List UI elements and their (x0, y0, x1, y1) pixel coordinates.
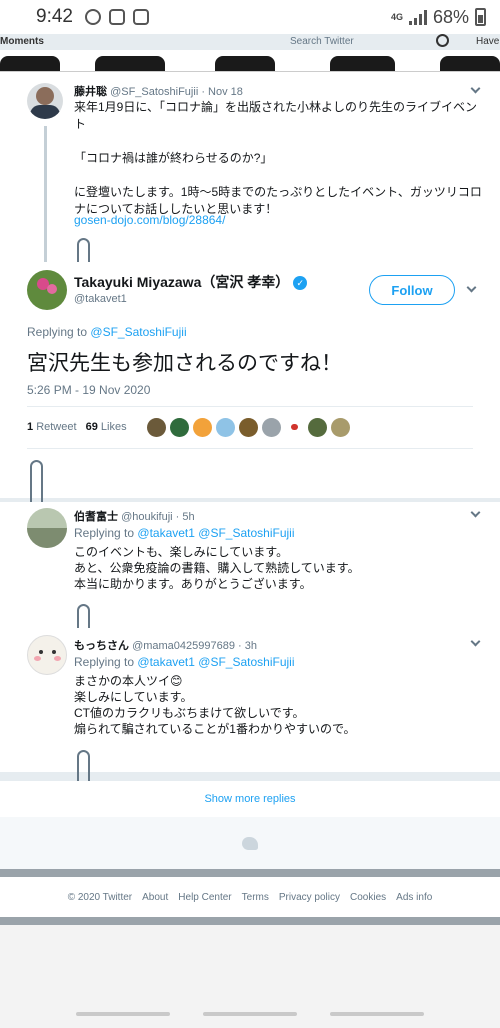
status-bar: 9:42 4G 68% (0, 0, 500, 34)
retweets-stat[interactable]: 1 Retweet (27, 421, 77, 433)
navigation-handles (0, 1012, 500, 1016)
author-handle[interactable]: @SF_SatoshiFujii (110, 86, 198, 98)
battery-icon (475, 8, 486, 26)
author-name[interactable]: 藤井聡 (74, 86, 107, 98)
footer: © 2020 Twitter About Help Center Terms P… (0, 877, 500, 917)
tweet-text: まさかの本人ツイ😊 楽しみにしています。 CT値のカラクリもぶちまけて欲しいです… (74, 674, 356, 736)
author-name[interactable]: 伯耆富士 (74, 511, 118, 523)
liker-avatar[interactable] (147, 418, 166, 437)
search-icon[interactable] (436, 34, 449, 47)
download-icon (132, 9, 149, 25)
replying-to-link[interactable]: @takavet1 @SF_SatoshiFujii (137, 526, 294, 540)
tweet-text: このイベントも、楽しみにしています。 あと、公衆免疫論の書籍、購入して熟読してい… (74, 545, 360, 591)
battery-percent: 68% (432, 6, 469, 27)
footer-link-terms[interactable]: Terms (242, 892, 269, 903)
twitter-bird-icon (242, 836, 258, 850)
tweet-text: 宮沢先生も参加されるのですね！ (27, 352, 342, 375)
replying-to-link[interactable]: @takavet1 @SF_SatoshiFujii (137, 655, 294, 669)
tweet-text: 来年1月9日に、「コロナ論」を出版された小林よしのり先生のライブイベント 「コロ… (74, 100, 482, 216)
replying-to-link[interactable]: @SF_SatoshiFujii (90, 325, 186, 339)
tweet-date[interactable]: · Nov 18 (201, 86, 243, 98)
avatar[interactable] (27, 270, 67, 310)
replying-prefix: Replying to (74, 526, 135, 540)
liker-avatar[interactable] (170, 418, 189, 437)
show-more-replies-button[interactable]: Show more replies (0, 781, 500, 817)
liker-avatars (147, 418, 350, 437)
chevron-down-icon[interactable] (470, 83, 481, 94)
chevron-down-icon[interactable] (466, 282, 477, 293)
verified-badge-icon: ✓ (293, 276, 308, 290)
liker-avatar[interactable] (285, 418, 304, 437)
divider (0, 869, 500, 877)
author-name[interactable]: Takayuki Miyazawa（宮沢 孝幸） (74, 274, 289, 290)
top-nav: Moments Search Twitter Have (0, 34, 500, 50)
liker-avatar[interactable] (239, 418, 258, 437)
moments-link[interactable]: Moments (0, 36, 44, 47)
clipboard-icon (108, 9, 125, 25)
thread-line (44, 126, 47, 266)
liker-avatar[interactable] (193, 418, 212, 437)
search-input[interactable]: Search Twitter (290, 36, 354, 47)
likes-stat[interactable]: 69 Likes (86, 421, 127, 433)
reply-tweet[interactable]: 伯耆富士 @houkifuji · 5h Replying to @takave… (0, 502, 500, 736)
author-handle[interactable]: @takavet1 (74, 293, 127, 305)
copyright: © 2020 Twitter (67, 891, 133, 903)
footer-link-help-center[interactable]: Help Center (178, 892, 231, 903)
follow-button[interactable]: Follow (369, 275, 455, 305)
chevron-down-icon[interactable] (470, 507, 481, 518)
nav-handle[interactable] (202, 1012, 297, 1016)
footer-link-ads-info[interactable]: Ads info (396, 892, 432, 903)
author-handle[interactable]: @houkifuji (121, 511, 173, 523)
author-handle[interactable]: @mama0425997689 (132, 640, 235, 652)
divider (0, 917, 500, 925)
footer-link-cookies[interactable]: Cookies (350, 892, 386, 903)
divider (27, 448, 473, 449)
footer-link-about[interactable]: About (142, 892, 168, 903)
author-name[interactable]: もっちさん (74, 640, 129, 652)
avatar[interactable] (27, 83, 63, 119)
network-type: 4G (390, 11, 403, 22)
chevron-down-icon[interactable] (470, 636, 481, 647)
divider (27, 406, 473, 407)
replying-prefix: Replying to (74, 655, 135, 669)
record-icon (84, 9, 101, 25)
footer-link-privacy[interactable]: Privacy policy (279, 892, 340, 903)
avatar[interactable] (27, 508, 67, 548)
replying-prefix: Replying to (27, 325, 88, 339)
liker-avatar[interactable] (308, 418, 327, 437)
avatar[interactable] (27, 635, 67, 675)
main-tweet: Takayuki Miyazawa（宮沢 孝幸） ✓ @takavet1 Foll… (0, 262, 500, 592)
liker-avatar[interactable] (262, 418, 281, 437)
header-banner (0, 50, 500, 72)
twitter-bird-bar (0, 817, 500, 869)
tweet-timestamp[interactable]: 5:26 PM - 19 Nov 2020 (27, 383, 150, 397)
nav-handle[interactable] (329, 1012, 424, 1016)
tweet-time[interactable]: · 5h (176, 511, 195, 523)
reply-tweet[interactable]: もっちさん @mama0425997689 · 3h Replying to @… (0, 628, 500, 882)
signal-icon (408, 9, 427, 25)
liker-avatar[interactable] (331, 418, 350, 437)
tweet-time[interactable]: · 3h (238, 640, 257, 652)
liker-avatar[interactable] (216, 418, 235, 437)
notification-icons (84, 9, 149, 25)
clock: 9:42 (36, 6, 73, 27)
tweet-link[interactable]: gosen-dojo.com/blog/28864/ (74, 213, 225, 227)
nav-handle[interactable] (76, 1012, 171, 1016)
have-account-link[interactable]: Have (476, 36, 499, 47)
parent-tweet[interactable]: 藤井聡 @SF_SatoshiFujii · Nov 18 来年1月9日に、「コ… (0, 72, 500, 370)
